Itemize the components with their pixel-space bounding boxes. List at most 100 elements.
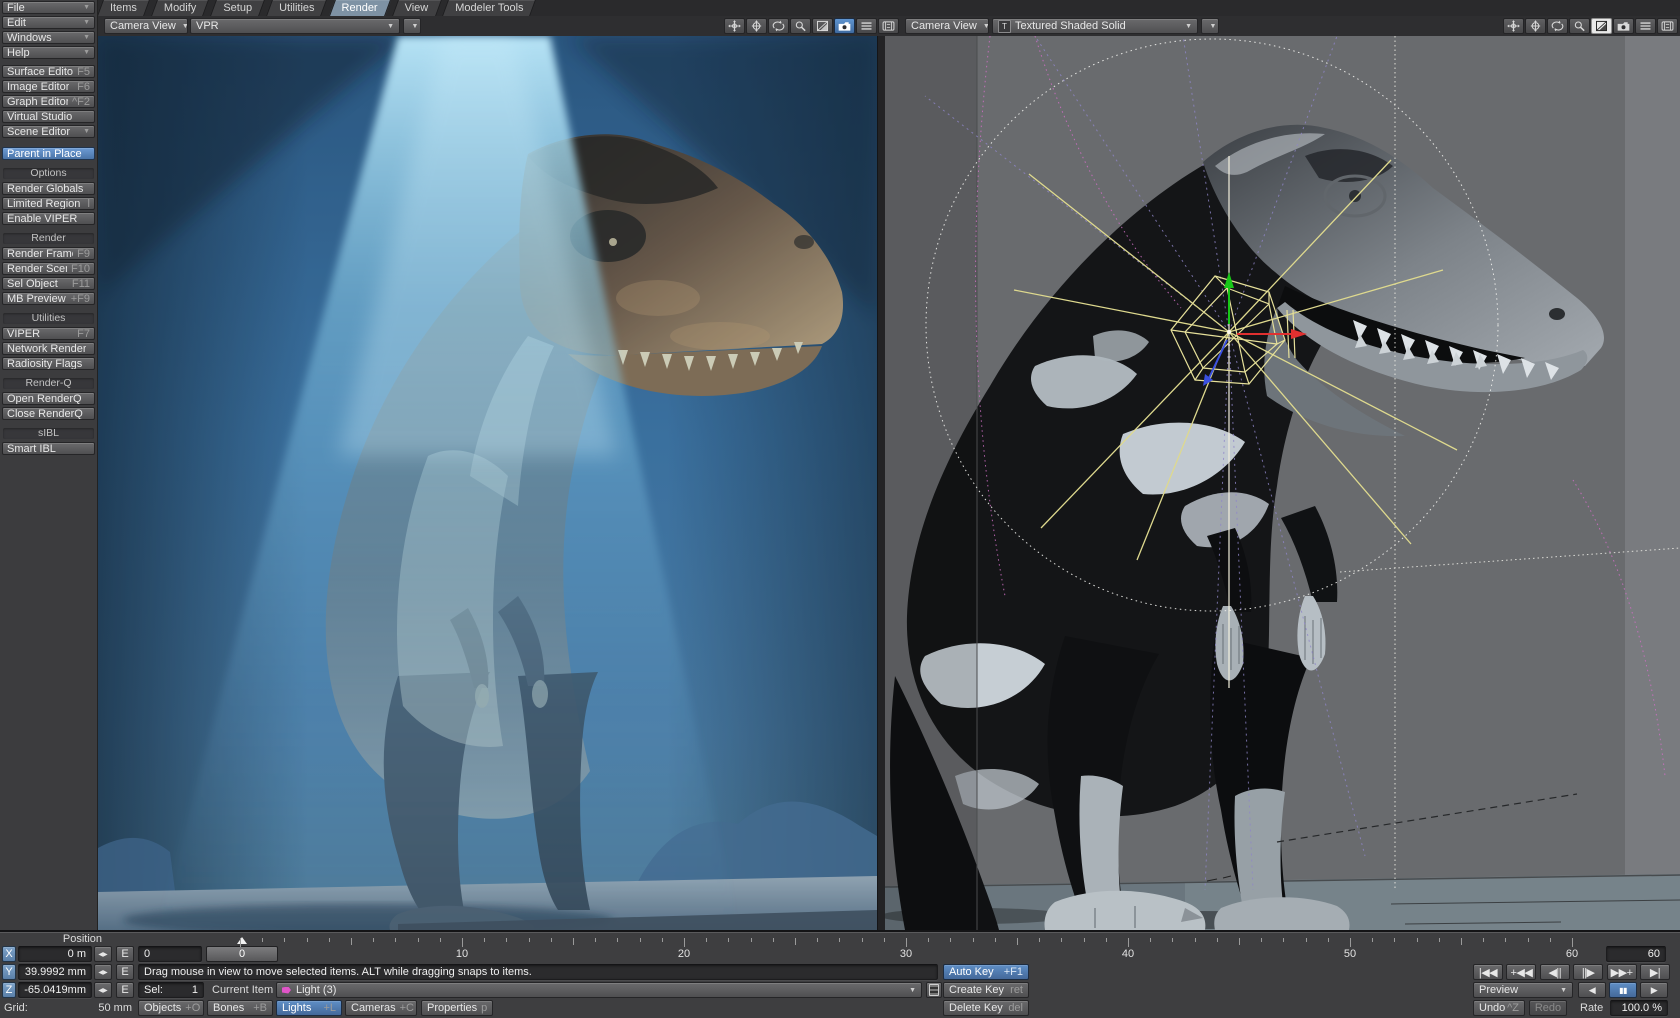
sidebar-item-mb-preview[interactable]: MB Preview+F9 bbox=[2, 292, 95, 305]
item-type-properties[interactable]: Propertiesp bbox=[421, 1000, 493, 1016]
magnify-icon[interactable] bbox=[1569, 18, 1590, 34]
step-back-button[interactable]: ◀|| bbox=[1540, 964, 1570, 980]
play-button[interactable]: ▶ bbox=[1640, 982, 1668, 998]
sidebar-item-limited-region[interactable]: Limited Regionl bbox=[2, 197, 95, 210]
expand-icon[interactable] bbox=[1591, 18, 1612, 34]
right-view-type-dropdown[interactable]: Camera View ▼ bbox=[905, 18, 989, 34]
sidebar-item-image-editor[interactable]: Image EditorF6 bbox=[2, 80, 95, 93]
sidebar-item-graph-editor[interactable]: Graph Editor^F2 bbox=[2, 95, 95, 108]
item-list-button[interactable] bbox=[926, 982, 942, 998]
tab-render[interactable]: Render bbox=[330, 0, 390, 16]
preview-dropdown[interactable]: Preview ▼ bbox=[1473, 982, 1573, 998]
z-nudge-stepper[interactable]: ◀▶ bbox=[94, 982, 112, 998]
film-icon[interactable] bbox=[1657, 18, 1678, 34]
camera-icon[interactable] bbox=[1613, 18, 1634, 34]
sidebar-item-viper[interactable]: VIPERF7 bbox=[2, 327, 95, 340]
tab-label: Modeler Tools bbox=[443, 2, 535, 14]
move-icon[interactable] bbox=[724, 18, 745, 34]
menu-icon[interactable] bbox=[1635, 18, 1656, 34]
sidebar-item-surface-editor[interactable]: Surface EditorF5 bbox=[2, 65, 95, 78]
sidebar-item-network-render[interactable]: Network Render bbox=[2, 342, 95, 355]
sidebar-item-radiosity-flags[interactable]: Radiosity Flags bbox=[2, 357, 95, 370]
end-frame-field[interactable]: 60 bbox=[1606, 946, 1666, 962]
auto-key-button[interactable]: Auto Key+F1 bbox=[943, 964, 1029, 980]
tab-view[interactable]: View bbox=[393, 0, 441, 16]
tab-utilities[interactable]: Utilities bbox=[267, 0, 326, 16]
menu-help[interactable]: Help▼ bbox=[2, 46, 95, 59]
sidebar-item-enable-viper[interactable]: Enable VIPER bbox=[2, 212, 95, 225]
sidebar-item-open-renderq[interactable]: Open RenderQ bbox=[2, 392, 95, 405]
menu-edit[interactable]: Edit▼ bbox=[2, 16, 95, 29]
ruler-frame-label: 60 bbox=[1557, 948, 1587, 960]
create-key-button[interactable]: Create Keyret bbox=[943, 982, 1029, 998]
y-position-field[interactable]: 39.9992 mm bbox=[18, 964, 92, 980]
sidebar-item-sel-object[interactable]: Sel ObjectF11 bbox=[2, 277, 95, 290]
sidebar-item-render-frame[interactable]: Render FrameF9 bbox=[2, 247, 95, 260]
y-axis-button[interactable]: Y bbox=[2, 964, 16, 980]
sidebar-item-scene-editor[interactable]: Scene Editor▼ bbox=[2, 125, 95, 138]
tab-setup[interactable]: Setup bbox=[211, 0, 264, 16]
spin-icon[interactable] bbox=[768, 18, 789, 34]
sidebar-item-render-globals[interactable]: Render Globals bbox=[2, 182, 95, 195]
item-type-cameras[interactable]: Cameras+C bbox=[345, 1000, 417, 1016]
left-viewport-menu-button[interactable]: ▼ bbox=[403, 18, 421, 34]
right-shading-mode-dropdown[interactable]: T Textured Shaded Solid ▼ bbox=[992, 18, 1198, 34]
tab-modeler-tools[interactable]: Modeler Tools bbox=[443, 0, 535, 16]
expand-icon[interactable] bbox=[812, 18, 833, 34]
spin-icon[interactable] bbox=[1547, 18, 1568, 34]
x-position-field[interactable]: 0 m bbox=[18, 946, 92, 962]
pause-button[interactable]: ▮▮ bbox=[1609, 982, 1637, 998]
film-icon[interactable] bbox=[878, 18, 899, 34]
y-envelope-button[interactable]: E bbox=[116, 964, 134, 980]
frame-slider-knob[interactable]: 0 bbox=[206, 946, 278, 962]
go-first-frame-button[interactable]: |◀◀ bbox=[1473, 964, 1503, 980]
z-position-field[interactable]: -65.0419mm bbox=[18, 982, 92, 998]
z-envelope-button[interactable]: E bbox=[116, 982, 134, 998]
x-envelope-button[interactable]: E bbox=[116, 946, 134, 962]
sidebar-item-label: VIPER bbox=[7, 328, 40, 340]
sidebar-item-parent-in-place[interactable]: Parent in Place bbox=[2, 147, 95, 160]
magnify-icon[interactable] bbox=[790, 18, 811, 34]
menu-windows[interactable]: Windows▼ bbox=[2, 31, 95, 44]
menu-file[interactable]: File▼ bbox=[2, 1, 95, 14]
rotate-icon[interactable] bbox=[746, 18, 767, 34]
left-view-type-dropdown[interactable]: Camera View ▼ bbox=[104, 18, 188, 34]
item-type-objects[interactable]: Objects+O bbox=[138, 1000, 204, 1016]
current-item-dropdown[interactable]: Light (3) ▼ bbox=[276, 982, 922, 998]
tab-modify[interactable]: Modify bbox=[152, 0, 208, 16]
x-nudge-stepper[interactable]: ◀▶ bbox=[94, 946, 112, 962]
step-forward-button[interactable]: ||▶ bbox=[1573, 964, 1603, 980]
sidebar-item-label: Scene Editor bbox=[7, 126, 70, 138]
rotate-icon[interactable] bbox=[1525, 18, 1546, 34]
go-last-frame-button[interactable]: ▶| bbox=[1640, 964, 1670, 980]
left-viewport-vpr-render[interactable] bbox=[98, 36, 877, 930]
sidebar-item-label: Radiosity Flags bbox=[7, 358, 82, 370]
sidebar-item-render-scene[interactable]: Render SceneF10 bbox=[2, 262, 95, 275]
left-shading-mode-dropdown[interactable]: VPR ▼ bbox=[190, 18, 400, 34]
next-keyframe-button[interactable]: ▶▶+ bbox=[1607, 964, 1637, 980]
x-axis-button[interactable]: X bbox=[2, 946, 16, 962]
sidebar-item-close-renderq[interactable]: Close RenderQ bbox=[2, 407, 95, 420]
play-reverse-button[interactable]: ◀ bbox=[1578, 982, 1606, 998]
ruler-tick bbox=[529, 938, 530, 942]
prev-keyframe-button[interactable]: +◀◀ bbox=[1506, 964, 1536, 980]
delete-key-button[interactable]: Delete Keydel bbox=[943, 1000, 1029, 1016]
tab-items[interactable]: Items bbox=[98, 0, 149, 16]
right-viewport-menu-button[interactable]: ▼ bbox=[1201, 18, 1219, 34]
timeline-ruler[interactable]: 0 102030405060 bbox=[206, 936, 1602, 962]
item-type-bones[interactable]: Bones+B bbox=[207, 1000, 273, 1016]
z-axis-button[interactable]: Z bbox=[2, 982, 16, 998]
camera-icon[interactable] bbox=[834, 18, 855, 34]
move-icon[interactable] bbox=[1503, 18, 1524, 34]
sidebar-item-virtual-studio[interactable]: Virtual Studio bbox=[2, 110, 95, 123]
sidebar-item-smart-ibl[interactable]: Smart IBL bbox=[2, 442, 95, 455]
undo-button[interactable]: Undo^Z bbox=[1473, 1000, 1525, 1016]
redo-button[interactable]: Redo bbox=[1529, 1000, 1567, 1016]
y-nudge-stepper[interactable]: ◀▶ bbox=[94, 964, 112, 980]
rate-field[interactable]: 100.0 % bbox=[1610, 1000, 1668, 1016]
menu-icon[interactable] bbox=[856, 18, 877, 34]
item-type-lights[interactable]: Lights+L bbox=[276, 1000, 342, 1016]
right-viewport-shaded-view[interactable] bbox=[885, 36, 1680, 930]
ruler-tick bbox=[617, 938, 618, 942]
start-frame-field[interactable]: 0 bbox=[138, 946, 202, 962]
